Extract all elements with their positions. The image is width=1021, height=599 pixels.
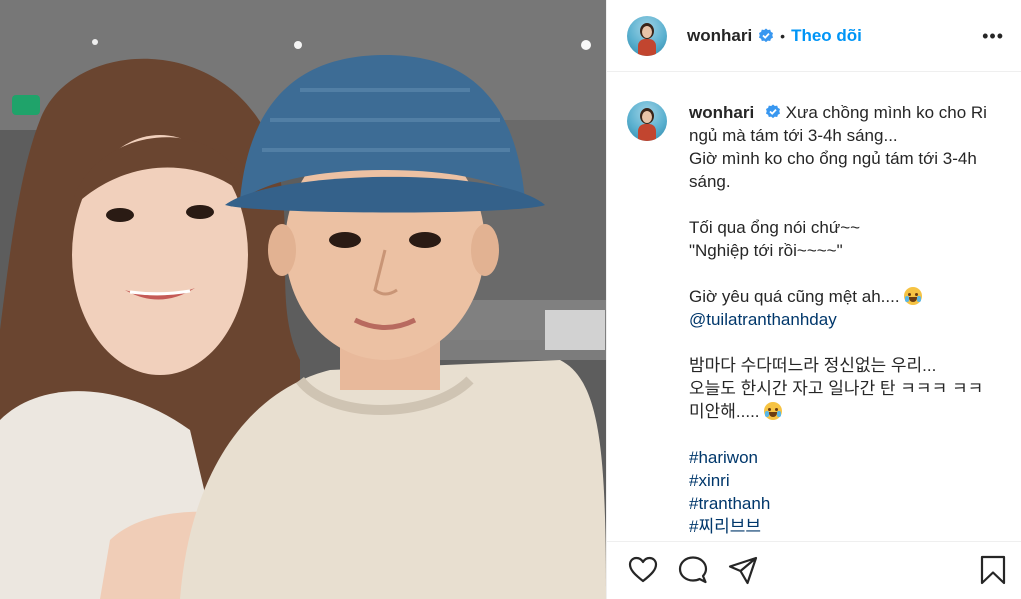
post-header: wonhari • Theo dõi ••• — [607, 0, 1021, 72]
hashtag-link[interactable]: #xinri — [689, 471, 730, 490]
share-button[interactable] — [727, 554, 759, 586]
verified-badge-icon — [759, 28, 774, 42]
post-side-panel: wonhari • Theo dõi ••• wonhari Xưa chồng… — [606, 0, 1021, 599]
caption-line: Giờ yêu quá cũng mệt ah.... — [689, 287, 900, 306]
mention-link[interactable]: @tuilatranthanhday — [689, 310, 837, 329]
comment-bubble-icon — [678, 556, 708, 584]
verified-badge-icon — [765, 104, 780, 119]
post-photo[interactable] — [0, 0, 606, 599]
comments-section[interactable]: wonhari Xưa chồng mình ko cho Ri ngủ mà … — [607, 73, 1021, 541]
caption-line: Giờ mình ko cho ổng ngủ tám tới 3-4h sán… — [689, 149, 977, 191]
post-username[interactable]: wonhari — [687, 26, 752, 46]
caption-line: "Nghiệp tới rồi~~~~" — [689, 241, 843, 260]
bookmark-icon — [980, 555, 1006, 585]
caption-line: 오늘도 한시간 자고 일나간 탄 ㅋㅋㅋ ㅋㅋ — [689, 379, 984, 398]
avatar[interactable] — [627, 15, 667, 56]
heart-icon — [628, 556, 658, 583]
post-photo-illustration — [0, 0, 606, 599]
caption-username[interactable]: wonhari — [689, 103, 754, 122]
comment-button[interactable] — [677, 554, 709, 586]
hashtag-link[interactable]: #tranthanh — [689, 494, 770, 513]
caption-text: wonhari Xưa chồng mình ko cho Ri ngủ mà … — [689, 101, 999, 538]
paper-plane-icon — [728, 556, 758, 585]
save-button[interactable] — [977, 554, 1009, 586]
caption-row: wonhari Xưa chồng mình ko cho Ri ngủ mà … — [627, 101, 1002, 538]
follow-button[interactable]: Theo dõi — [791, 26, 862, 46]
caption-line: 밤마다 수다떠느라 정신없는 우리... — [689, 356, 937, 375]
tears-of-joy-icon — [764, 402, 783, 420]
caption-line: 미안해..... — [689, 402, 760, 421]
hashtag-link[interactable]: #찌리브브 — [689, 517, 761, 536]
separator-dot: • — [780, 27, 786, 44]
hashtag-link[interactable]: #hariwon — [689, 448, 758, 467]
more-options-button[interactable]: ••• — [982, 26, 1004, 47]
caption-avatar[interactable] — [627, 101, 667, 141]
caption-line: Tối qua ổng nói chứ~~ — [689, 218, 861, 237]
action-bar — [607, 541, 1021, 599]
like-button[interactable] — [627, 554, 659, 586]
loudly-crying-face-icon — [904, 287, 923, 305]
